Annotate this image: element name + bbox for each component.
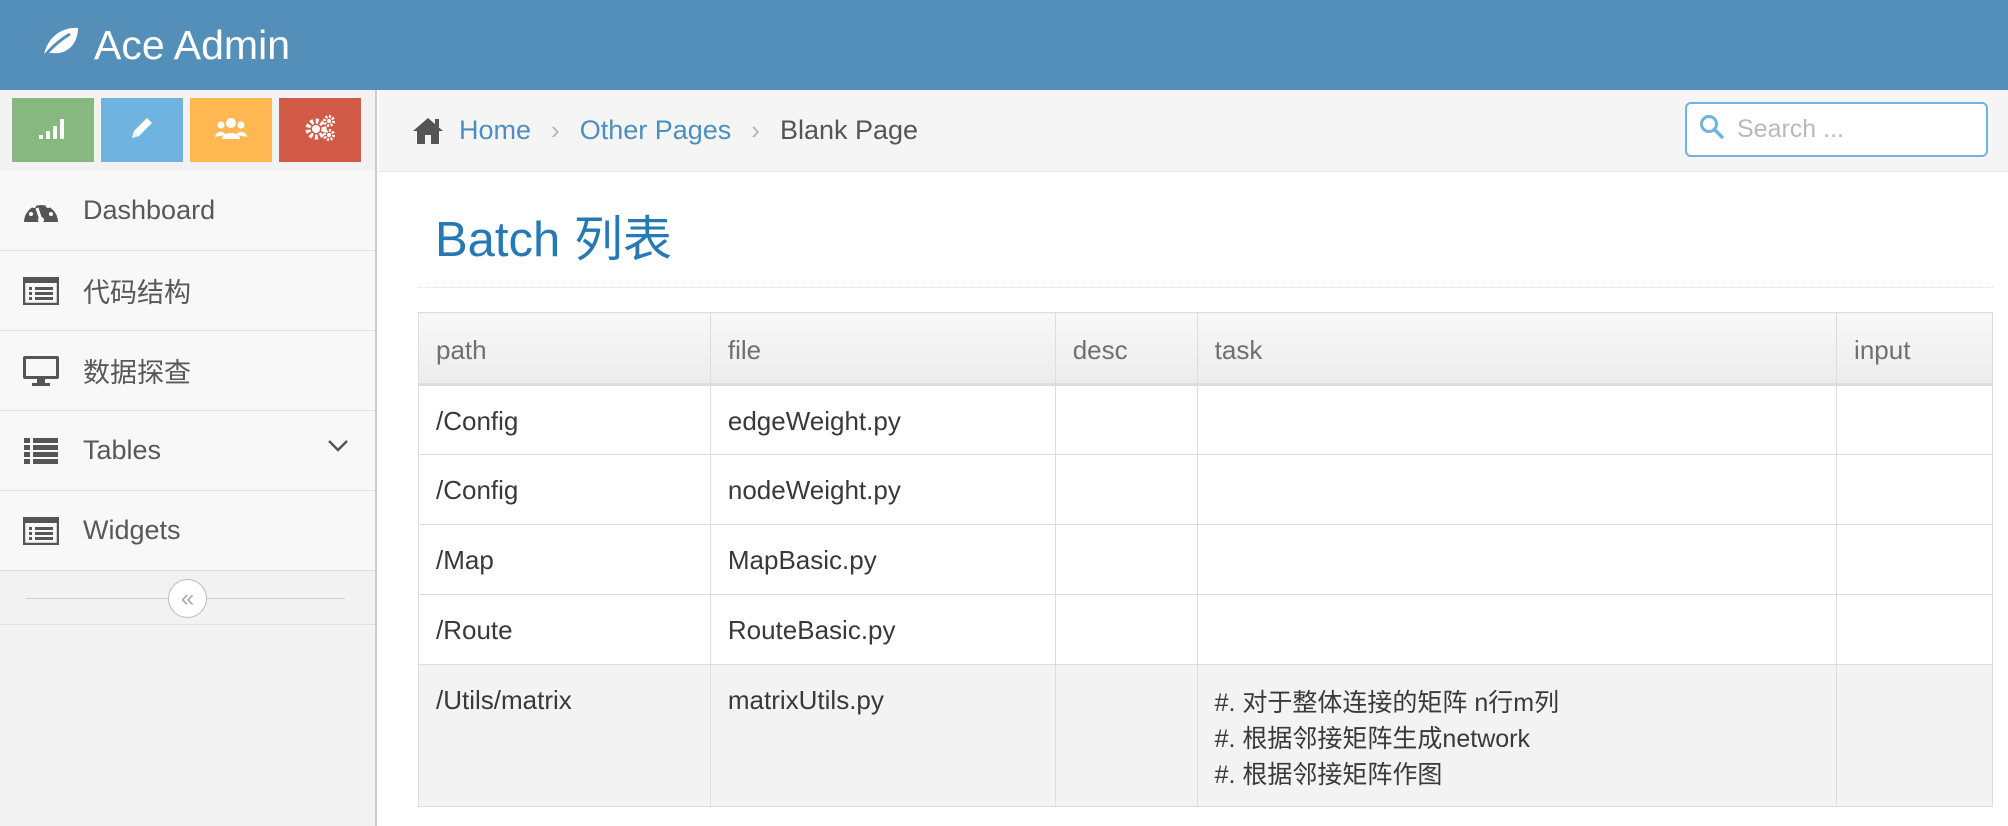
search-input[interactable] [1737, 115, 1977, 144]
sidebar-collapse: « [0, 571, 375, 625]
page-header: Batch 列表 [418, 172, 1993, 288]
sidebar-item-data-explore[interactable]: 数据探查 [0, 331, 375, 411]
breadcrumb: Home › Other Pages › Blank Page [379, 90, 2008, 172]
cell-path: /Config [418, 384, 711, 455]
task-line: #. 对于整体连接的矩阵 n行m列 [1214, 689, 1560, 717]
cell-file: MapBasic.py [709, 524, 1056, 595]
sidebar-item-label: Widgets [83, 515, 181, 545]
list-alt-icon [22, 516, 60, 546]
list-icon [22, 436, 60, 466]
column-header-desc[interactable]: desc [1054, 312, 1198, 386]
sidebar-item-dashboard[interactable]: Dashboard [0, 171, 375, 251]
table-row: /Utils/matrix matrixUtils.py #. 对于整体连接的矩… [418, 664, 1993, 807]
sidebar-item-widgets[interactable]: Widgets [0, 491, 375, 571]
leaf-icon [40, 22, 94, 69]
pencil-icon [128, 114, 156, 147]
cell-file: edgeWeight.py [709, 384, 1056, 455]
cell-desc [1054, 524, 1198, 595]
table-row: /Config nodeWeight.py [418, 454, 1993, 525]
navbar: Ace Admin [0, 0, 2008, 90]
cell-desc [1054, 384, 1198, 455]
table-row: /Route RouteBasic.py [418, 594, 1993, 665]
cell-file: matrixUtils.py [709, 664, 1056, 807]
breadcrumb-current: Blank Page [779, 115, 919, 145]
cell-desc [1054, 454, 1198, 525]
chevron-down-icon [327, 439, 349, 458]
cell-path: /Config [418, 454, 711, 525]
sidebar: Dashboard 代码结构 数据探查 Tables Widgets « [0, 90, 377, 826]
cell-path: /Map [418, 524, 711, 595]
edit-shortcut-button[interactable] [101, 98, 183, 162]
batch-table: path file desc task input /Config edgeWe… [418, 312, 1993, 807]
cell-task [1196, 384, 1838, 455]
breadcrumb-home-link[interactable]: Home [459, 115, 531, 146]
search-icon [1699, 114, 1725, 145]
cell-desc [1054, 594, 1198, 665]
cell-input [1836, 384, 1993, 455]
cell-input [1836, 664, 1993, 807]
brand-title: Ace Admin [94, 21, 290, 68]
users-shortcut-button[interactable] [190, 98, 272, 162]
nav-search [1685, 102, 1988, 157]
sidebar-item-label: 代码结构 [83, 278, 191, 308]
sidebar-item-tables[interactable]: Tables [0, 411, 375, 491]
sidebar-item-label: Tables [83, 435, 162, 465]
tachometer-icon [22, 196, 60, 226]
column-header-input[interactable]: input [1836, 312, 1993, 386]
cell-path: /Utils/matrix [418, 664, 711, 807]
page-title: Batch 列表 [435, 213, 672, 267]
table-header-row: path file desc task input [418, 312, 1993, 386]
table-row: /Map MapBasic.py [418, 524, 1993, 595]
sidebar-shortcuts [0, 90, 375, 171]
cell-input [1836, 454, 1993, 525]
signal-icon [38, 116, 68, 145]
task-line: #. 根据邻接矩阵作图 [1214, 761, 1443, 789]
sidebar-item-code-structure[interactable]: 代码结构 [0, 251, 375, 331]
users-icon [214, 115, 248, 146]
cell-task [1196, 594, 1838, 665]
chevron-right-icon: › [751, 115, 760, 145]
table-row: /Config edgeWeight.py [418, 384, 1993, 455]
cell-task: #. 对于整体连接的矩阵 n行m列 #. 根据邻接矩阵生成network #. … [1196, 664, 1838, 807]
task-line: #. 根据邻接矩阵生成network [1214, 725, 1530, 753]
cell-path: /Route [418, 594, 711, 665]
sidebar-collapse-button[interactable]: « [168, 579, 207, 618]
sidebar-item-label: 数据探查 [83, 358, 191, 388]
stats-shortcut-button[interactable] [12, 98, 94, 162]
cogs-icon [304, 114, 336, 147]
cell-input [1836, 524, 1993, 595]
cell-task [1196, 524, 1838, 595]
cell-file: nodeWeight.py [709, 454, 1056, 525]
column-header-path[interactable]: path [418, 312, 711, 386]
column-header-file[interactable]: file [709, 312, 1056, 386]
cell-task [1196, 454, 1838, 525]
column-header-task[interactable]: task [1196, 312, 1838, 386]
chevron-right-icon: › [551, 115, 560, 145]
desktop-icon [22, 355, 60, 386]
home-icon [411, 116, 445, 146]
brand-link[interactable]: Ace Admin [40, 22, 290, 69]
cell-input [1836, 594, 1993, 665]
list-alt-icon [22, 276, 60, 306]
cell-file: RouteBasic.py [709, 594, 1056, 665]
sidebar-item-label: Dashboard [83, 195, 216, 225]
breadcrumb-other-pages-link[interactable]: Other Pages [580, 115, 732, 146]
cell-desc [1054, 664, 1198, 807]
settings-shortcut-button[interactable] [279, 98, 361, 162]
double-angle-left-icon: « [180, 584, 195, 612]
